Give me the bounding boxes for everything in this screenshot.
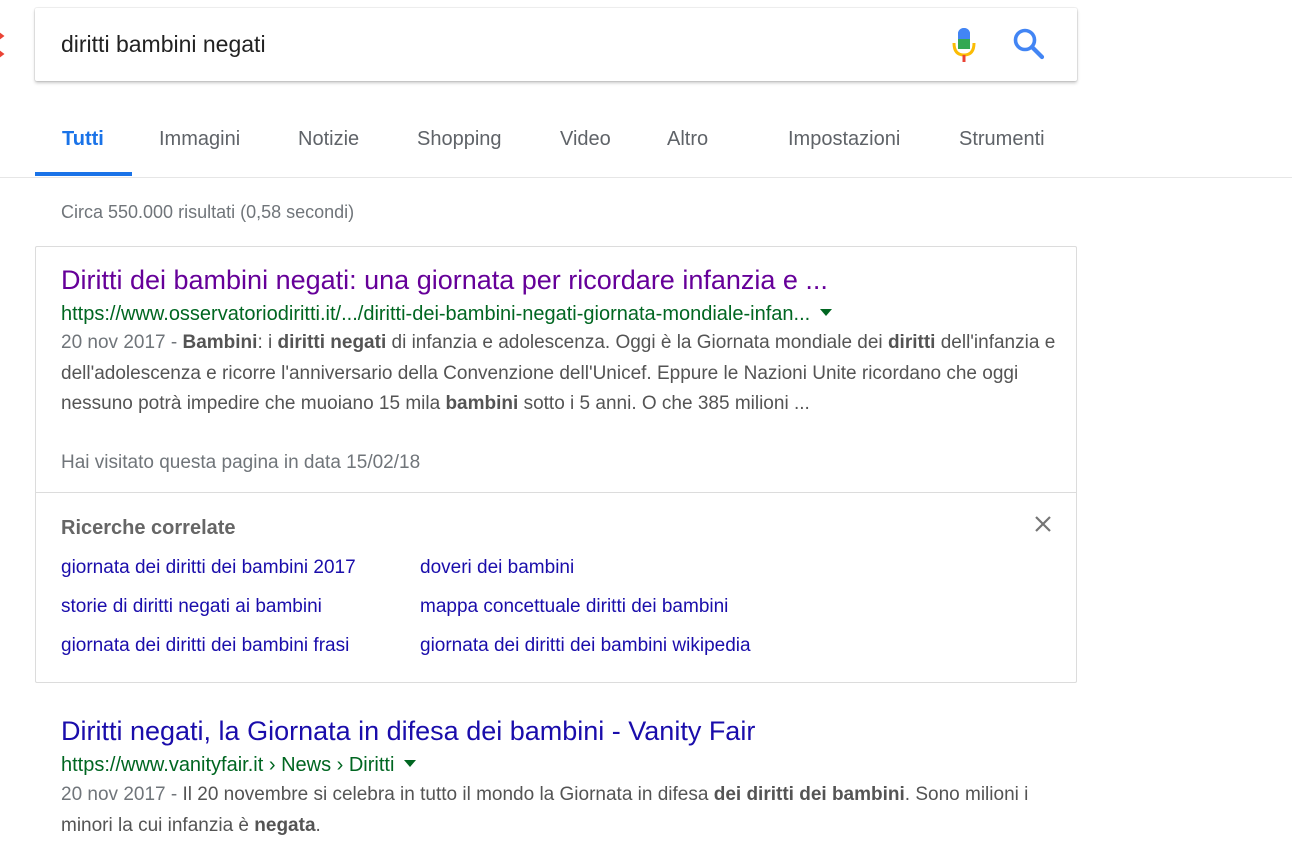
microphone-icon[interactable] bbox=[949, 26, 979, 64]
result-title[interactable]: Diritti dei bambini negati: una giornata… bbox=[61, 265, 828, 296]
snippet-text: Il 20 novembre si celebra in tutto il mo… bbox=[182, 784, 714, 805]
result-snippet: 20 nov 2017 - Bambini: i diritti negati … bbox=[61, 328, 1061, 420]
snippet-text: sotto i 5 anni. O che 385 milioni ... bbox=[518, 393, 810, 414]
snippet-text: di infanzia e adolescenza. Oggi è la Gio… bbox=[386, 332, 888, 353]
tab-altro[interactable]: Altro bbox=[667, 128, 708, 151]
active-tab-indicator bbox=[35, 172, 132, 176]
result-snippet: 20 nov 2017 - Il 20 novembre si celebra … bbox=[61, 780, 1061, 841]
search-box bbox=[35, 8, 1077, 81]
result-card: Diritti dei bambini negati: una giornata… bbox=[35, 246, 1077, 683]
snippet-text: : i bbox=[257, 332, 278, 353]
caret-down-icon[interactable] bbox=[404, 760, 417, 768]
tab-strumenti[interactable]: Strumenti bbox=[959, 128, 1045, 151]
result-url[interactable]: https://www.osservatoriodiritti.it/.../d… bbox=[61, 303, 833, 326]
result-title[interactable]: Diritti negati, la Giornata in difesa de… bbox=[61, 716, 755, 747]
tab-immagini[interactable]: Immagini bbox=[159, 128, 240, 151]
result-url-text: https://www.vanityfair.it › News › Dirit… bbox=[61, 754, 395, 776]
snippet-highlight: diritti negati bbox=[277, 332, 387, 353]
snippet-text: . bbox=[315, 814, 321, 836]
tab-video[interactable]: Video bbox=[560, 128, 611, 151]
result-stats: Circa 550.000 risultati (0,58 secondi) bbox=[61, 202, 355, 222]
search-tabs: Tutti Immagini Notizie Shopping Video Al… bbox=[0, 108, 1292, 178]
result-date: 20 nov 2017 - bbox=[61, 784, 183, 805]
related-link[interactable]: giornata dei diritti dei bambini wikiped… bbox=[420, 635, 751, 657]
tab-shopping[interactable]: Shopping bbox=[417, 128, 502, 151]
tab-notizie[interactable]: Notizie bbox=[298, 128, 359, 151]
search-icon[interactable] bbox=[1011, 26, 1047, 62]
related-searches-title: Ricerche correlate bbox=[61, 517, 236, 539]
related-link[interactable]: storie di diritti negati ai bambini bbox=[61, 596, 322, 618]
search-input[interactable] bbox=[61, 26, 931, 62]
divider bbox=[36, 492, 1076, 493]
result-date: 20 nov 2017 - bbox=[61, 332, 183, 353]
visited-note: Hai visitato questa pagina in data 15/02… bbox=[61, 452, 421, 473]
snippet-highlight: Bambini bbox=[182, 332, 258, 353]
snippet-highlight: bambini bbox=[445, 393, 519, 414]
related-link[interactable]: doveri dei bambini bbox=[420, 557, 574, 579]
result-url[interactable]: https://www.vanityfair.it › News › Dirit… bbox=[61, 754, 417, 777]
close-icon[interactable] bbox=[1032, 513, 1054, 535]
snippet-highlight: negata bbox=[254, 814, 316, 836]
snippet-highlight: dei diritti dei bambini bbox=[713, 784, 905, 805]
caret-down-icon[interactable] bbox=[820, 309, 833, 317]
header: Tutti Immagini Notizie Shopping Video Al… bbox=[0, 0, 1292, 178]
logo-fragment-icon[interactable] bbox=[0, 26, 8, 66]
snippet-highlight: diritti bbox=[887, 332, 936, 353]
tab-tutti[interactable]: Tutti bbox=[62, 128, 104, 151]
related-link[interactable]: giornata dei diritti dei bambini frasi bbox=[61, 635, 349, 657]
related-link[interactable]: giornata dei diritti dei bambini 2017 bbox=[61, 557, 356, 579]
related-link[interactable]: mappa concettuale diritti dei bambini bbox=[420, 596, 728, 618]
tab-impostazioni[interactable]: Impostazioni bbox=[788, 128, 900, 151]
result-url-text: https://www.osservatoriodiritti.it/.../d… bbox=[61, 303, 811, 325]
